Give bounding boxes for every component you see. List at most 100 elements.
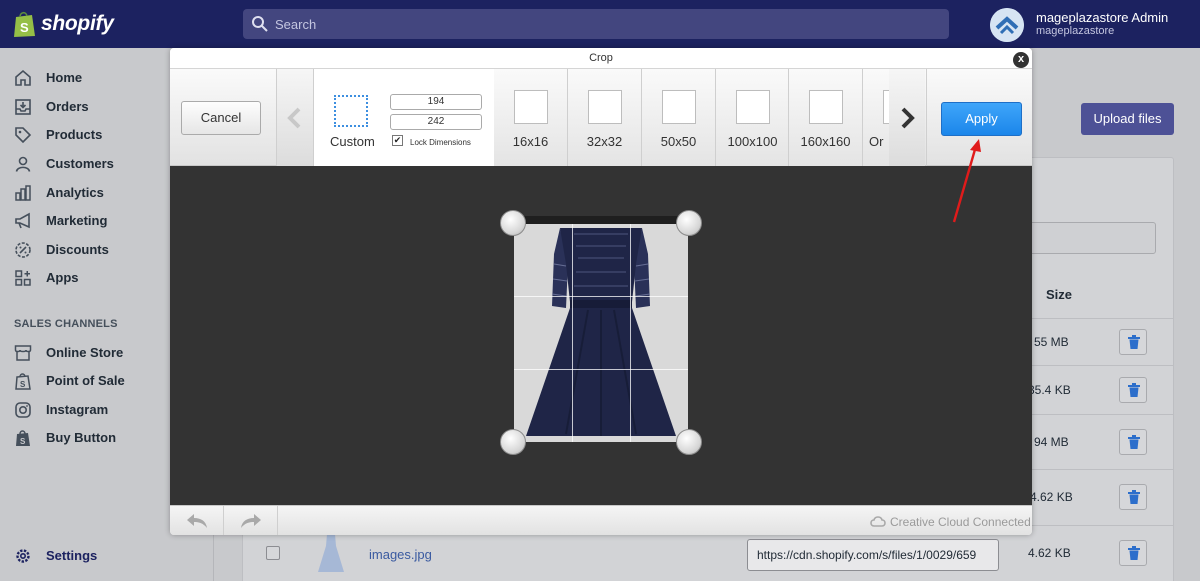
upload-files-button[interactable]: Upload files	[1081, 103, 1174, 135]
orders-icon	[14, 98, 32, 116]
redo-icon	[241, 514, 261, 528]
custom-label: Custom	[330, 134, 375, 149]
megaphone-icon	[14, 212, 32, 230]
trash-icon	[1128, 335, 1140, 349]
gear-icon	[14, 547, 32, 565]
top-bar: S shopify Search mageplazastore Admin ma…	[0, 0, 1200, 48]
tag-icon	[14, 126, 32, 144]
file-size: 4.62 KB	[1028, 546, 1071, 560]
crop-footer: Creative Cloud Connected	[170, 505, 1032, 535]
chevron-left-icon	[287, 107, 301, 129]
divider	[926, 69, 927, 166]
preset-100x100[interactable]: 100x100	[716, 69, 789, 166]
preset-label: 16x16	[512, 134, 549, 149]
preset-label: 160x160	[800, 134, 851, 149]
custom-crop-icon	[334, 95, 368, 127]
redo-button[interactable]	[224, 506, 278, 535]
search-input[interactable]: Search	[243, 9, 949, 39]
home-icon	[14, 69, 32, 87]
discount-icon	[14, 241, 32, 259]
delete-button[interactable]	[1119, 429, 1147, 455]
person-icon	[14, 155, 32, 173]
delete-button[interactable]	[1119, 540, 1147, 566]
delete-button[interactable]	[1119, 329, 1147, 355]
custom-size-option[interactable]: Custom 194 242 ✔ Lock Dimensions	[314, 69, 494, 166]
image-edge	[514, 216, 688, 224]
instagram-icon	[14, 401, 32, 419]
crop-dialog: Crop Cancel Custom 194 242 ✔ Lock Dimens…	[170, 48, 1032, 535]
apps-icon	[14, 269, 32, 287]
grid-line	[630, 224, 631, 442]
grid-line	[514, 369, 688, 370]
close-button[interactable]: x	[1013, 52, 1029, 68]
creative-cloud-icon	[870, 515, 886, 530]
delete-button[interactable]	[1119, 377, 1147, 403]
brand-name: shopify	[41, 12, 114, 35]
dialog-title: Crop	[170, 48, 1032, 69]
sidebar-item-label: Buy Button	[46, 430, 117, 445]
trash-icon	[1128, 383, 1140, 397]
sidebar-item-label: Orders	[46, 99, 89, 114]
preset-label: 32x32	[586, 134, 623, 149]
lock-dimensions-checkbox[interactable]: ✔	[392, 135, 403, 146]
preset-thumbnail	[736, 90, 770, 124]
preset-thumbnail	[809, 90, 843, 124]
width-input[interactable]: 194	[390, 94, 482, 110]
sidebar-item-label: Analytics	[46, 185, 104, 200]
preset-label: 100x100	[727, 134, 778, 149]
crop-selection[interactable]	[514, 224, 688, 442]
preset-label: Or	[869, 134, 884, 149]
preset-list: 16x16 32x32 50x50 100x100 160x160 Or	[494, 69, 889, 166]
sidebar-item-label: Online Store	[46, 345, 124, 360]
preset-50x50[interactable]: 50x50	[642, 69, 715, 166]
preset-thumbnail	[662, 90, 696, 124]
sidebar-item-label: Point of Sale	[46, 373, 125, 388]
undo-icon	[187, 514, 207, 528]
user-name: mageplazastore Admin	[1036, 10, 1169, 25]
crop-handle-top-right[interactable]	[676, 210, 702, 236]
delete-button[interactable]	[1119, 484, 1147, 510]
file-size: 35.4 KB	[1028, 383, 1071, 397]
bar-chart-icon	[14, 184, 32, 202]
crop-toolbar: Cancel Custom 194 242 ✔ Lock Dimensions …	[170, 69, 1032, 166]
crop-handle-bottom-right[interactable]	[676, 429, 702, 455]
creative-cloud-status: Creative Cloud Connected	[890, 515, 1031, 529]
svg-text:S: S	[20, 380, 26, 389]
pos-bag-icon: S	[14, 372, 32, 390]
crop-handle-top-left[interactable]	[500, 210, 526, 236]
shopify-logo[interactable]: S shopify	[12, 10, 114, 38]
crop-handle-bottom-left[interactable]	[500, 429, 526, 455]
sidebar-item-settings[interactable]: Settings	[0, 541, 214, 569]
preset-32x32[interactable]: 32x32	[568, 69, 641, 166]
cancel-button[interactable]: Cancel	[181, 101, 261, 135]
store-icon	[14, 344, 32, 362]
svg-text:S: S	[20, 437, 26, 446]
avatar	[990, 8, 1024, 42]
presets-prev-button[interactable]	[277, 69, 313, 166]
file-name-link[interactable]: images.jpg	[369, 547, 432, 562]
crop-canvas[interactable]	[170, 166, 1032, 505]
file-url-field[interactable]: https://cdn.shopify.com/s/files/1/0029/6…	[747, 539, 999, 571]
row-checkbox[interactable]	[266, 546, 280, 560]
presets-next-button[interactable]	[889, 69, 925, 166]
annotation-arrow	[952, 139, 981, 223]
search-placeholder: Search	[275, 17, 317, 32]
preset-16x16[interactable]: 16x16	[494, 69, 567, 166]
chevron-right-icon	[901, 107, 915, 129]
undo-button[interactable]	[170, 506, 224, 535]
sales-channels-heading: SALES CHANNELS	[14, 318, 118, 330]
preset-thumbnail	[588, 90, 622, 124]
apply-button[interactable]: Apply	[941, 102, 1022, 136]
preset-160x160[interactable]: 160x160	[789, 69, 862, 166]
grid-line	[514, 296, 688, 297]
preset-original[interactable]: Or	[863, 69, 889, 166]
grid-line	[572, 224, 573, 442]
sidebar-item-label: Customers	[46, 156, 114, 171]
shopify-bag-icon: S	[12, 10, 36, 38]
height-input[interactable]: 242	[390, 114, 482, 130]
sidebar-item-label: Products	[46, 127, 103, 142]
trash-icon	[1128, 546, 1140, 560]
lock-dimensions-label: Lock Dimensions	[410, 138, 471, 147]
buy-button-icon: S	[14, 429, 32, 447]
file-size: 4.62 KB	[1030, 490, 1073, 504]
